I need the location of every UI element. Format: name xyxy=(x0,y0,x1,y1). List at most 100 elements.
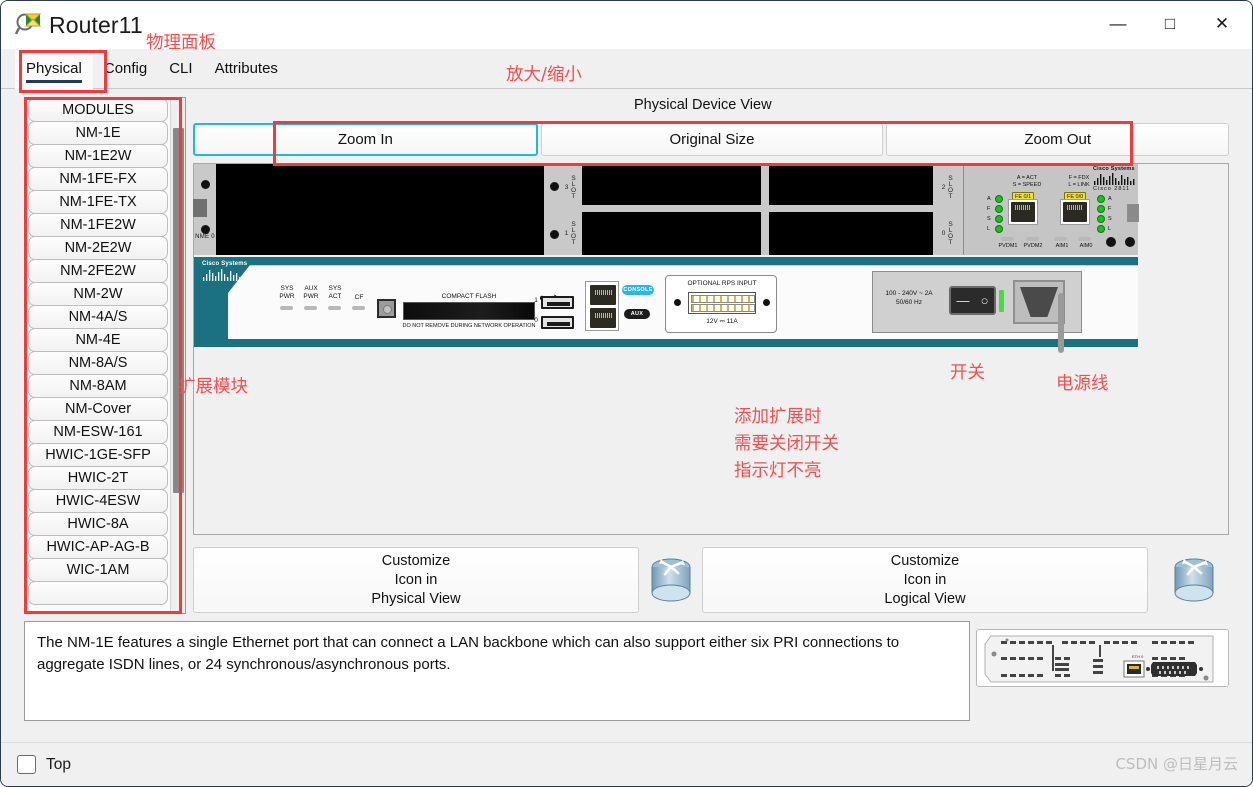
rear-nme0-label: NME 0 xyxy=(195,234,215,240)
tab-attributes-label: Attributes xyxy=(214,60,278,77)
front-label-syspwr: SYS PWR xyxy=(279,285,295,300)
annotation-expansion-module: 扩展模块 xyxy=(178,377,248,397)
module-item-nm-cover[interactable]: NM-Cover xyxy=(28,397,168,421)
modules-scrollbar-thumb[interactable] xyxy=(173,128,184,493)
modules-scrollbar[interactable] xyxy=(170,98,185,613)
rear-slot1-label: SLOT 1 xyxy=(563,221,577,245)
compact-flash-slot[interactable] xyxy=(403,302,535,320)
rear-slot1-bay[interactable] xyxy=(582,212,761,255)
rear-slot3-bay[interactable] xyxy=(582,164,761,205)
module-item-hwic-8a[interactable]: HWIC-8A xyxy=(28,512,168,536)
rps-title: OPTIONAL RPS INPUT xyxy=(687,280,757,287)
led-column-left xyxy=(995,195,1004,233)
tab-attributes[interactable]: Attributes xyxy=(204,49,289,89)
rear-interface-module[interactable]: A = ACT S = SPEED F = FDX L = LINK FE 0/… xyxy=(963,164,1139,255)
led-label-s-left: S xyxy=(987,216,991,222)
rps-input-block: OPTIONAL RPS INPUT 12V ⎓ 11A xyxy=(665,275,777,333)
customize-physical-line3: Physical View xyxy=(371,590,461,607)
router-magnifier-icon xyxy=(14,11,43,39)
front-label-sysact: SYS ACT xyxy=(328,285,342,300)
annotation-note-line2: 需要关闭开关 xyxy=(734,434,839,454)
rear-slot0-bay[interactable] xyxy=(769,212,933,255)
module-item-partial[interactable] xyxy=(28,581,168,605)
physical-device-view-label: Physical Device View xyxy=(634,97,772,113)
usb-symbol-icon xyxy=(539,288,559,302)
top-checkbox[interactable] xyxy=(17,755,36,774)
cf-eject-button[interactable] xyxy=(377,299,396,318)
rps-rating: 12V ⎓ 11A xyxy=(706,318,738,325)
front-faceplate: SYS PWR AUX PWR SYS ACT CF COMPACT FLASH… xyxy=(228,265,1138,339)
module-item-nm-1e[interactable]: NM-1E xyxy=(28,121,168,145)
annotation-note-line3: 指示灯不亮 xyxy=(734,461,822,481)
close-button[interactable]: ✕ xyxy=(1196,1,1248,47)
power-cord[interactable] xyxy=(1058,293,1064,353)
cisco-wave-icon xyxy=(1094,173,1135,185)
led-legend-left: A = ACT S = SPEED xyxy=(1012,175,1042,188)
module-preview-image: ETH 0 xyxy=(976,629,1229,687)
customize-physical-view-button[interactable]: Customize Icon in Physical View xyxy=(193,547,639,613)
router-icon-logical xyxy=(1168,555,1220,605)
module-item-nm-1fe-fx[interactable]: NM-1FE-FX xyxy=(28,167,168,191)
usb-port-0[interactable] xyxy=(541,316,574,329)
module-item-nm-1fe-tx[interactable]: NM-1FE-TX xyxy=(28,190,168,214)
rear-slot-nme0[interactable] xyxy=(216,164,544,255)
usb-number-0: 0 xyxy=(534,317,538,324)
module-item-hwic-4esw[interactable]: HWIC-4ESW xyxy=(28,489,168,513)
maximize-button[interactable]: □ xyxy=(1144,1,1196,47)
power-switch[interactable]: — ○ xyxy=(949,286,996,315)
module-item-nm-1e2w[interactable]: NM-1E2W xyxy=(28,144,168,168)
power-switch-on-label: ○ xyxy=(980,293,989,308)
modules-list[interactable]: MODULES NM-1E NM-1E2W NM-1FE-FX NM-1FE-T… xyxy=(25,98,171,613)
device-window: Router11 — □ ✕ Physical Config CLI Attri… xyxy=(0,0,1253,787)
rps-connector[interactable] xyxy=(688,292,756,314)
customize-logical-line3: Logical View xyxy=(884,590,966,607)
rear-slot2-bay[interactable] xyxy=(769,164,933,205)
customize-physical-line1: Customize xyxy=(381,552,451,569)
zoom-out-button[interactable]: Zoom Out xyxy=(886,123,1230,156)
cisco-wave-front-icon xyxy=(203,269,241,281)
console-port[interactable] xyxy=(590,285,616,305)
aux-pill-label: AUX xyxy=(624,309,650,319)
rear-port-fe01[interactable] xyxy=(1008,199,1038,225)
router-front-panel[interactable]: Cisco Systems SYS PWR AUX PWR SYS ACT CF… xyxy=(194,257,1138,353)
module-item-nm-4as[interactable]: NM-4A/S xyxy=(28,305,168,329)
usb-port-1[interactable] xyxy=(541,296,574,309)
aux-port[interactable] xyxy=(590,308,616,328)
module-item-nm-1fe2w[interactable]: NM-1FE2W xyxy=(28,213,168,237)
router-rear-panel[interactable]: NME 0 SLOT 3 SLOT 1 SLOT 2 SLOT 0 A = AC… xyxy=(193,164,1139,255)
top-checkbox-label: Top xyxy=(46,755,71,773)
tab-physical[interactable]: Physical xyxy=(15,49,93,89)
led-column-right xyxy=(1097,195,1106,233)
module-item-hwic-ap-ag-b[interactable]: HWIC-AP-AG-B xyxy=(28,535,168,559)
module-item-nm-2e2w[interactable]: NM-2E2W xyxy=(28,236,168,260)
rear-port-fe00[interactable] xyxy=(1060,199,1090,225)
module-item-nm-esw-161[interactable]: NM-ESW-161 xyxy=(28,420,168,444)
module-item-nm-8as[interactable]: NM-8A/S xyxy=(28,351,168,375)
customize-logical-line2: Icon in xyxy=(903,571,947,588)
annotation-note-line1: 添加扩展时 xyxy=(734,407,822,427)
customize-logical-view-button[interactable]: Customize Icon in Logical View xyxy=(702,547,1148,613)
tab-cli-label: CLI xyxy=(169,60,193,77)
window-title: Router11 xyxy=(49,11,143,38)
zoom-in-button[interactable]: Zoom In xyxy=(193,123,538,156)
tab-physical-label: Physical xyxy=(26,60,82,83)
rear-rail-nme0: NME 0 xyxy=(193,164,216,255)
minimize-button[interactable]: — xyxy=(1092,1,1144,47)
module-item-hwic-1ge-sfp[interactable]: HWIC-1GE-SFP xyxy=(28,443,168,467)
original-size-button[interactable]: Original Size xyxy=(540,123,884,156)
modules-panel: MODULES NM-1E NM-1E2W NM-1FE-FX NM-1FE-T… xyxy=(24,97,186,614)
watermark: CSDN @日星月云 xyxy=(1115,755,1238,773)
led-label-l-left: L xyxy=(987,226,991,232)
module-item-wic-1am[interactable]: WIC-1AM xyxy=(28,558,168,582)
front-label-auxpwr: AUX PWR xyxy=(303,285,319,300)
physical-device-view[interactable]: NME 0 SLOT 3 SLOT 1 SLOT 2 SLOT 0 A = AC… xyxy=(193,163,1229,535)
module-item-nm-2w[interactable]: NM-2W xyxy=(28,282,168,306)
module-item-nm-4e[interactable]: NM-4E xyxy=(28,328,168,352)
window-controls: — □ ✕ xyxy=(1092,1,1248,47)
module-item-hwic-2t[interactable]: HWIC-2T xyxy=(28,466,168,490)
rear-slot2-label: SLOT 2 xyxy=(940,175,954,199)
customize-physical-line2: Icon in xyxy=(394,571,438,588)
module-item-nm-2fe2w[interactable]: NM-2FE2W xyxy=(28,259,168,283)
module-item-nm-8am[interactable]: NM-8AM xyxy=(28,374,168,398)
led-label-f-right: F xyxy=(1108,206,1112,212)
